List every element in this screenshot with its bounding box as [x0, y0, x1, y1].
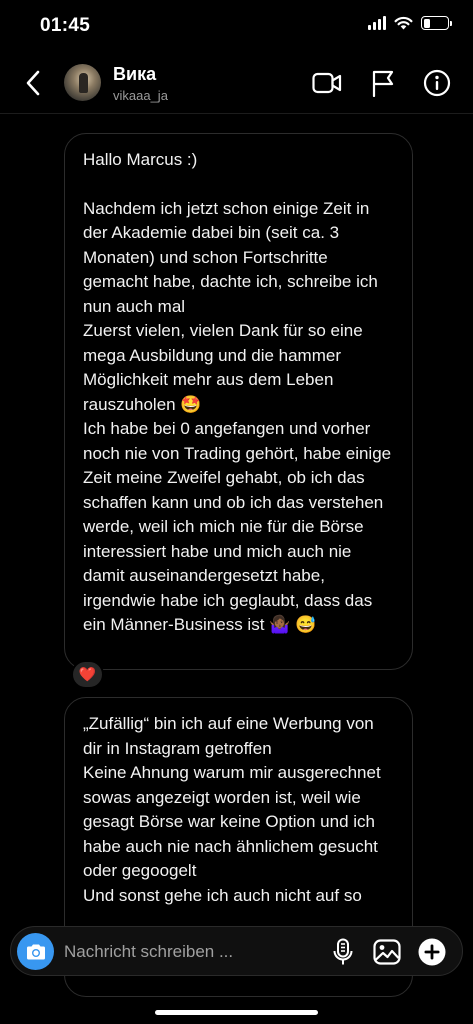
info-icon	[423, 69, 451, 97]
contact-name[interactable]: Вика	[113, 64, 156, 85]
message-composer	[10, 926, 463, 976]
info-button[interactable]	[421, 67, 453, 99]
status-time: 01:45	[40, 15, 91, 36]
gallery-button[interactable]	[371, 936, 403, 968]
camera-icon	[26, 944, 45, 959]
battery-icon	[421, 16, 452, 30]
avatar[interactable]	[64, 64, 101, 101]
message-text: Keine Ahnung warum mir ausgerechnet sowa…	[83, 763, 381, 880]
message-text: „Zufällig“ bin ich auf eine Werbung von …	[83, 714, 374, 758]
gallery-icon	[373, 939, 401, 965]
message-input[interactable]	[64, 939, 314, 965]
wifi-icon	[394, 16, 413, 30]
heart-reaction[interactable]: ❤️	[71, 660, 104, 689]
microphone-icon	[333, 938, 353, 965]
add-button[interactable]	[416, 936, 448, 968]
report-button[interactable]	[367, 67, 399, 99]
message-text: Nachdem ich jetzt schon einige Zeit in d…	[83, 198, 378, 316]
status-icons	[368, 16, 452, 30]
video-call-button[interactable]	[311, 67, 343, 99]
message-bubble[interactable]: Hallo Marcus :) Nachdem ich jetzt schon …	[64, 133, 413, 670]
chevron-left-icon	[26, 70, 40, 96]
signal-icon	[368, 16, 386, 30]
status-bar: 01:45	[0, 0, 473, 50]
video-call-icon	[312, 72, 342, 94]
message-text: Zuerst vielen, vielen Dank für so eine m…	[83, 321, 363, 414]
message-text: Hallo Marcus :)	[83, 150, 198, 169]
plus-circle-icon	[418, 938, 446, 966]
flag-icon	[372, 70, 394, 97]
voice-message-button[interactable]	[327, 936, 359, 968]
message-text: Ich habe bei 0 angefangen und vorher noc…	[83, 419, 392, 634]
contact-handle[interactable]: vikaaa_ja	[113, 88, 168, 103]
back-button[interactable]	[18, 66, 48, 100]
home-indicator[interactable]	[155, 1010, 318, 1015]
message-text: Und sonst gehe ich auch nicht auf so	[83, 885, 362, 905]
chat-header: Вика vikaaa_ja	[0, 52, 473, 114]
camera-button[interactable]	[17, 933, 54, 970]
